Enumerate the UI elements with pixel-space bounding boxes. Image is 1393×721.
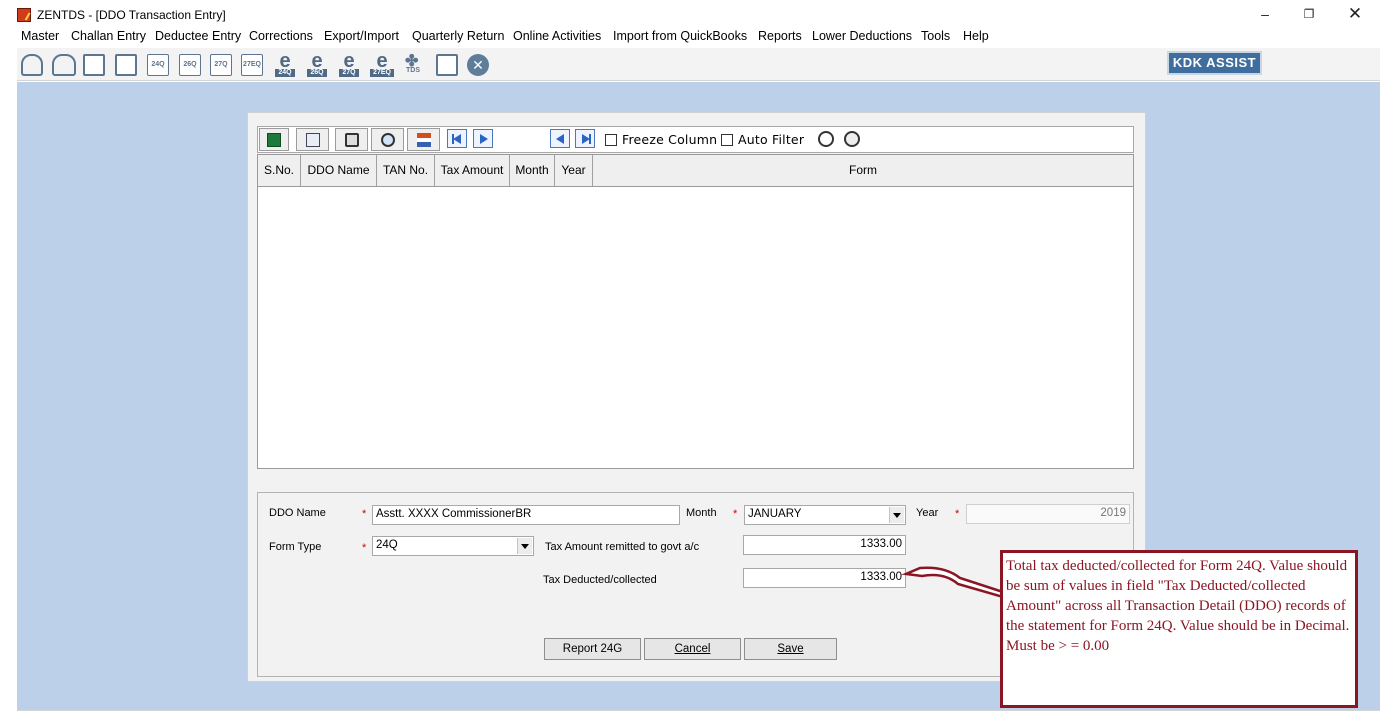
- col-header-form[interactable]: Form: [593, 155, 1133, 186]
- help-callout: Total tax deducted/collected for Form 24…: [1000, 550, 1358, 708]
- kdk-assist-button[interactable]: KDK ASSIST: [1167, 51, 1262, 75]
- clear-filter-icon[interactable]: [844, 131, 860, 147]
- e-24q-label: 24Q: [275, 69, 295, 77]
- previous-record-icon[interactable]: [550, 129, 570, 148]
- auto-filter-label: Auto Filter: [738, 132, 805, 147]
- report-24g-label: Report 24G: [562, 643, 623, 655]
- month-label: Month: [686, 507, 717, 519]
- freeze-column-checkbox[interactable]: [605, 134, 617, 146]
- menu-lower-deductions[interactable]: Lower Deductions: [812, 29, 912, 43]
- menu-import-quickbooks[interactable]: Import from QuickBooks: [613, 29, 747, 43]
- maximize-button[interactable]: ❐: [1294, 4, 1324, 24]
- printer-icon: [345, 133, 359, 147]
- e-27q-icon[interactable]: e 27Q: [338, 51, 360, 77]
- tds-icon[interactable]: TDS: [402, 51, 424, 76]
- menu-help[interactable]: Help: [963, 29, 989, 43]
- col-header-month[interactable]: Month: [510, 155, 555, 186]
- e-26q-label: 26Q: [307, 69, 327, 77]
- close-circle-icon[interactable]: ✕: [467, 54, 489, 76]
- e-27eq-label: 27EQ: [370, 69, 394, 77]
- excel-icon: [267, 133, 281, 147]
- print-button[interactable]: [335, 128, 368, 151]
- form-24q-icon[interactable]: 24Q: [147, 54, 169, 76]
- cancel-label: Cancel: [674, 643, 711, 655]
- menu-bar: Master Challan Entry Deductee Entry Corr…: [17, 28, 1393, 46]
- tax-remitted-label: Tax Amount remitted to govt a/c: [545, 541, 700, 553]
- menu-deductee-entry[interactable]: Deductee Entry: [155, 29, 241, 43]
- auto-filter-checkbox[interactable]: [721, 134, 733, 146]
- form-type-select[interactable]: 24Q: [372, 536, 534, 556]
- export-xml-button[interactable]: [296, 128, 329, 151]
- ddo-name-label: DDO Name: [269, 507, 326, 519]
- main-toolbar: 24Q 26Q 27Q 27EQ e24Q e26Q e27Q e27EQ TD…: [17, 48, 1380, 81]
- chevron-down-icon[interactable]: [889, 507, 904, 523]
- report-24g-button[interactable]: Report 24G: [544, 638, 641, 660]
- user-doc-2-icon[interactable]: [115, 54, 137, 76]
- tax-deducted-input[interactable]: 1333.00: [743, 568, 906, 588]
- help-callout-text: Total tax deducted/collected for Form 24…: [1006, 558, 1350, 654]
- ddo-records-grid[interactable]: S.No. DDO Name TAN No. Tax Amount Month …: [257, 154, 1134, 469]
- menu-challan-entry[interactable]: Challan Entry: [71, 29, 146, 43]
- tax-deducted-label: Tax Deducted/collected: [543, 574, 657, 586]
- menu-online-activities[interactable]: Online Activities: [513, 29, 601, 43]
- menu-master[interactable]: Master: [21, 29, 59, 43]
- save-button[interactable]: Save: [744, 638, 837, 660]
- hierarchy-icon: [417, 133, 431, 147]
- save-label: Save: [777, 643, 804, 655]
- xml-doc-icon: [306, 133, 320, 147]
- next-record-icon[interactable]: [473, 129, 493, 148]
- title-bar: ZENTDS - [DDO Transaction Entry] – ❐ ✕: [0, 0, 1393, 28]
- year-required-mark: *: [955, 508, 960, 520]
- hierarchy-button[interactable]: [407, 128, 440, 151]
- col-header-year[interactable]: Year: [555, 155, 593, 186]
- form-27eq-icon[interactable]: 27EQ: [241, 54, 263, 76]
- col-header-ddo-name[interactable]: DDO Name: [301, 155, 377, 186]
- deductor-icon[interactable]: [21, 54, 43, 76]
- minimize-button[interactable]: –: [1250, 4, 1280, 24]
- first-record-icon[interactable]: [447, 129, 467, 148]
- month-select-value: JANUARY: [748, 508, 802, 520]
- form-type-select-value: 24Q: [376, 539, 398, 551]
- ddo-name-input[interactable]: Asstt. XXXX CommissionerBR: [372, 505, 680, 525]
- menu-export-import[interactable]: Export/Import: [324, 29, 399, 43]
- year-input[interactable]: 2019: [966, 504, 1130, 524]
- e-24q-icon[interactable]: e 24Q: [274, 51, 296, 77]
- grid-header: S.No. DDO Name TAN No. Tax Amount Month …: [258, 155, 1133, 187]
- month-required-mark: *: [733, 508, 738, 520]
- chevron-down-icon[interactable]: [517, 538, 532, 554]
- menu-quarterly-return[interactable]: Quarterly Return: [412, 29, 504, 43]
- status-strip: [17, 710, 1380, 721]
- form-type-required-mark: *: [362, 542, 367, 554]
- close-window-button[interactable]: ✕: [1340, 4, 1370, 24]
- pdf-doc-icon[interactable]: [436, 54, 458, 76]
- freeze-column-label: Freeze Column: [622, 132, 718, 147]
- user-doc-icon[interactable]: [83, 54, 105, 76]
- form-26q-icon[interactable]: 26Q: [179, 54, 201, 76]
- tax-remitted-input[interactable]: 1333.00: [743, 535, 906, 555]
- deductees-icon[interactable]: [52, 54, 76, 76]
- col-header-tan-no[interactable]: TAN No.: [377, 155, 435, 186]
- month-select[interactable]: JANUARY: [744, 505, 906, 525]
- menu-tools[interactable]: Tools: [921, 29, 950, 43]
- menu-corrections[interactable]: Corrections: [249, 29, 313, 43]
- grid-toolbar: Freeze Column Auto Filter: [257, 126, 1134, 153]
- e-26q-icon[interactable]: e 26Q: [306, 51, 328, 77]
- find-button[interactable]: [371, 128, 404, 151]
- e-27q-label: 27Q: [339, 69, 359, 77]
- col-header-sno[interactable]: S.No.: [258, 155, 301, 186]
- window-title: ZENTDS - [DDO Transaction Entry]: [37, 8, 226, 22]
- year-label: Year: [916, 507, 939, 519]
- cancel-button[interactable]: Cancel: [644, 638, 741, 660]
- col-header-tax-amount[interactable]: Tax Amount: [435, 155, 510, 186]
- form-27q-icon[interactable]: 27Q: [210, 54, 232, 76]
- app-logo-icon: [17, 8, 31, 22]
- menu-reports[interactable]: Reports: [758, 29, 802, 43]
- magnifier-icon: [381, 133, 395, 147]
- ddo-name-required-mark: *: [362, 508, 367, 520]
- form-type-label: Form Type: [269, 541, 322, 553]
- export-excel-button[interactable]: [259, 128, 289, 151]
- last-record-icon[interactable]: [575, 129, 595, 148]
- filter-search-icon[interactable]: [818, 131, 834, 147]
- e-27eq-icon[interactable]: e 27EQ: [369, 51, 395, 77]
